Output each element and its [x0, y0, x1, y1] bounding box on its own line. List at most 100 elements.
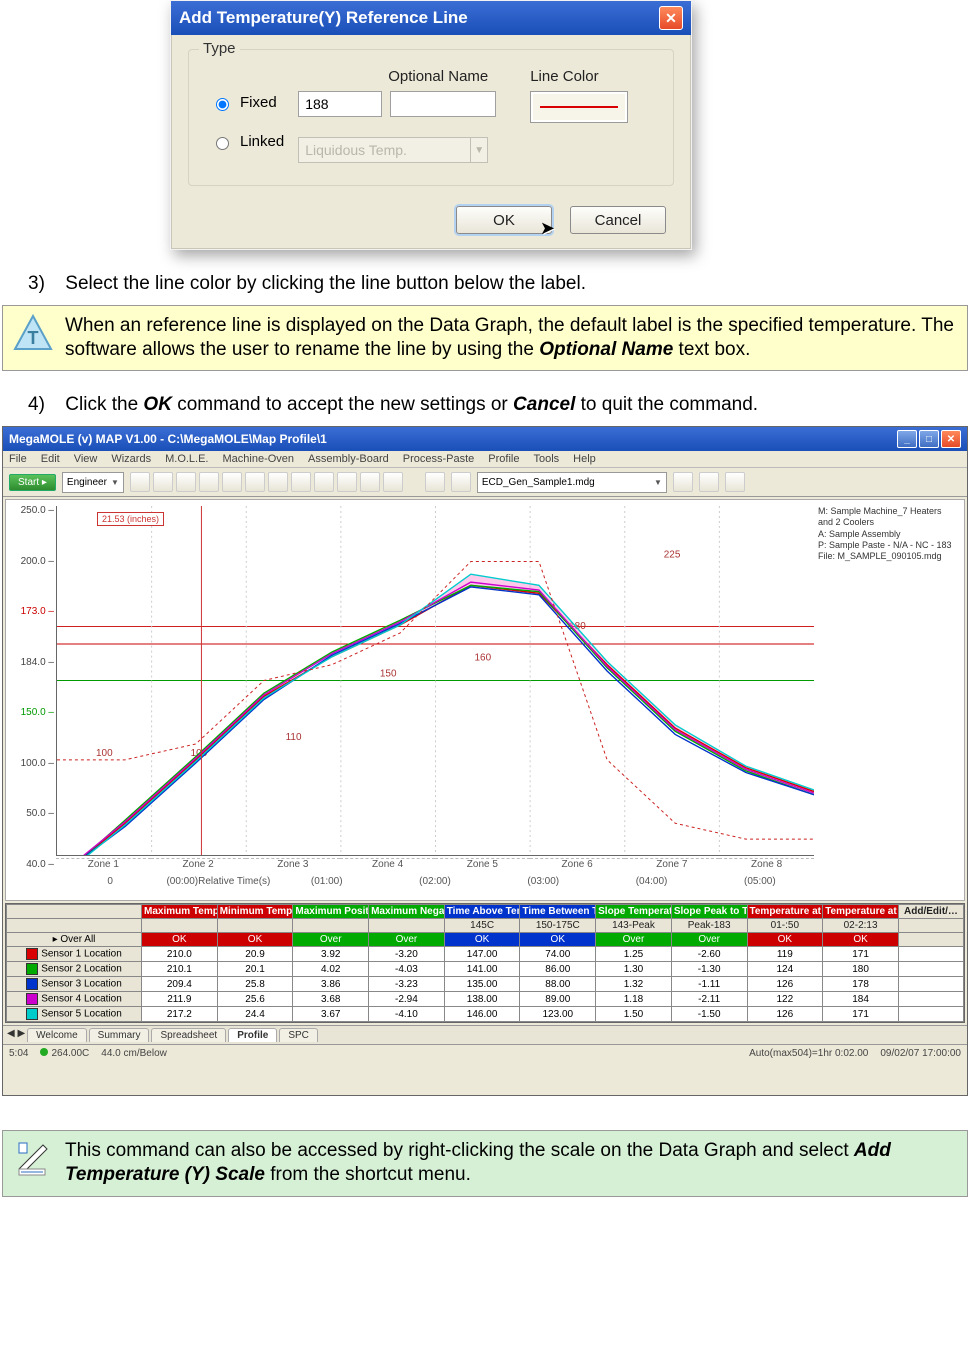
toolbar-icon[interactable] — [268, 472, 288, 492]
menu-item[interactable]: Assembly-Board — [308, 453, 389, 465]
toolbar-icon[interactable] — [451, 472, 471, 492]
overall-badge: Over — [671, 933, 747, 947]
line-color-swatch — [540, 106, 618, 108]
table-subheader — [899, 919, 964, 933]
radio-linked-input[interactable] — [216, 137, 229, 150]
toolbar-icon[interactable] — [699, 472, 719, 492]
chart-legend: M: Sample Machine_7 Heaters and 2 Cooler… — [818, 506, 958, 562]
tab-summary[interactable]: Summary — [89, 1028, 150, 1042]
tab-scroll-buttons[interactable]: ◀ ▶ — [7, 1028, 25, 1042]
line-color-button[interactable] — [530, 91, 628, 123]
menu-item[interactable]: Edit — [41, 453, 60, 465]
fixed-value-input[interactable] — [298, 91, 382, 117]
zone-label: Zone 1 — [56, 858, 151, 872]
menu-item[interactable]: Process-Paste — [403, 453, 475, 465]
table-cell: 122 — [747, 992, 823, 1007]
close-icon[interactable]: ✕ — [659, 6, 683, 30]
toolbar-icon[interactable] — [337, 472, 357, 492]
toolbar-icon[interactable] — [199, 472, 219, 492]
toolbar-icon[interactable] — [130, 472, 150, 492]
table-cell: 24.4 — [217, 1007, 293, 1022]
chart-y-axis: 250.0 –200.0 –173.0 –184.0 –150.0 –100.0… — [8, 506, 58, 870]
table-header: Maximum Positive Slope — [293, 905, 369, 919]
overall-badge: OK — [217, 933, 293, 947]
table-cell: 123.00 — [520, 1007, 596, 1022]
menu-item[interactable]: File — [9, 453, 27, 465]
data-graph[interactable]: 250.0 –200.0 –173.0 –184.0 –150.0 –100.0… — [5, 499, 965, 901]
tab-welcome[interactable]: Welcome — [27, 1028, 87, 1042]
table-cell: 138.00 — [444, 992, 520, 1007]
svg-text:150: 150 — [380, 669, 397, 680]
optional-name-label: Optional Name — [388, 68, 496, 85]
line-color-label: Line Color — [530, 68, 628, 85]
toolbar-icon[interactable] — [245, 472, 265, 492]
toolbar-icon[interactable] — [425, 472, 445, 492]
table-cell: 135.00 — [444, 977, 520, 992]
overall-badge: OK — [520, 933, 596, 947]
radio-linked[interactable]: Linked — [211, 133, 284, 150]
toolbar-icon[interactable] — [314, 472, 334, 492]
radio-fixed-input[interactable] — [216, 98, 229, 111]
user-combo[interactable]: Engineer▼ — [62, 472, 124, 493]
table-subheader — [7, 919, 142, 933]
tab-spreadsheet[interactable]: Spreadsheet — [151, 1028, 226, 1042]
toolbar-icon[interactable] — [291, 472, 311, 492]
menu-item[interactable]: Help — [573, 453, 596, 465]
start-button[interactable]: Start ▸ — [9, 474, 56, 491]
table-cell: 124 — [747, 962, 823, 977]
overall-badge: OK — [823, 933, 899, 947]
run-combo[interactable]: ECD_Gen_Sample1.mdg▼ — [477, 472, 667, 493]
overall-row-label[interactable]: ▸ Over All — [7, 933, 142, 947]
step-3: 3) Select the line color by clicking the… — [28, 272, 970, 297]
table-subheader: Peak-183 — [671, 919, 747, 933]
linked-dropdown-text: Liquidous Temp. — [305, 142, 407, 158]
menu-item[interactable]: Machine-Oven — [223, 453, 295, 465]
x-tick: (03:00) — [489, 876, 597, 890]
menu-item[interactable]: Tools — [533, 453, 559, 465]
tab-spc[interactable]: SPC — [279, 1028, 318, 1042]
table-cell: -3.20 — [369, 947, 445, 962]
tip-text: When an reference line is displayed on t… — [65, 314, 957, 363]
minimize-icon[interactable]: _ — [897, 430, 917, 448]
toolbar-icon[interactable] — [153, 472, 173, 492]
toolbar-icon[interactable] — [673, 472, 693, 492]
table-cell: -2.94 — [369, 992, 445, 1007]
dialog-titlebar[interactable]: Add Temperature(Y) Reference Line ✕ — [171, 1, 691, 35]
toolbar-icon[interactable] — [360, 472, 380, 492]
table-cell: 3.67 — [293, 1007, 369, 1022]
cancel-button[interactable]: Cancel — [570, 206, 666, 234]
menu-item[interactable]: View — [74, 453, 98, 465]
tab-profile[interactable]: Profile — [228, 1028, 277, 1042]
toolbar-icon[interactable] — [725, 472, 745, 492]
sensor-row-label[interactable]: Sensor 2 Location — [7, 962, 142, 977]
y-tick: 100.0 – — [8, 759, 54, 769]
svg-text:160: 160 — [475, 653, 492, 664]
table-cell: 3.68 — [293, 992, 369, 1007]
linked-dropdown: Liquidous Temp. ▼ — [298, 137, 488, 163]
menu-item[interactable]: Wizards — [111, 453, 151, 465]
sensor-row-label[interactable]: Sensor 1 Location — [7, 947, 142, 962]
zone-label: Zone 2 — [151, 858, 246, 872]
table-subheader: 02-2:13 — [823, 919, 899, 933]
toolbar-icon[interactable] — [383, 472, 403, 492]
app-titlebar[interactable]: MegaMOLE (v) MAP V1.00 - C:\MegaMOLE\Map… — [3, 427, 967, 451]
radio-fixed[interactable]: Fixed — [211, 94, 284, 111]
table-cell: 178 — [823, 977, 899, 992]
sensor-row-label[interactable]: Sensor 3 Location — [7, 977, 142, 992]
ok-button[interactable]: OK ➤ — [456, 206, 552, 234]
menu-item[interactable]: M.O.L.E. — [165, 453, 208, 465]
overall-badge: OK — [444, 933, 520, 947]
table-subheader — [217, 919, 293, 933]
app-close-icon[interactable]: ✕ — [941, 430, 961, 448]
sensor-row-label[interactable]: Sensor 4 Location — [7, 992, 142, 1007]
optional-name-input[interactable] — [390, 91, 496, 117]
table-cell: 210.1 — [142, 962, 218, 977]
toolbar-icon[interactable] — [222, 472, 242, 492]
menu-item[interactable]: Profile — [488, 453, 519, 465]
sensor-row-label[interactable]: Sensor 5 Location — [7, 1007, 142, 1022]
svg-text:T: T — [28, 328, 39, 348]
table-subheader: 145C — [444, 919, 520, 933]
toolbar-icon[interactable] — [176, 472, 196, 492]
maximize-icon[interactable]: □ — [919, 430, 939, 448]
legend-line: M: Sample Machine_7 Heaters and 2 Cooler… — [818, 506, 958, 529]
